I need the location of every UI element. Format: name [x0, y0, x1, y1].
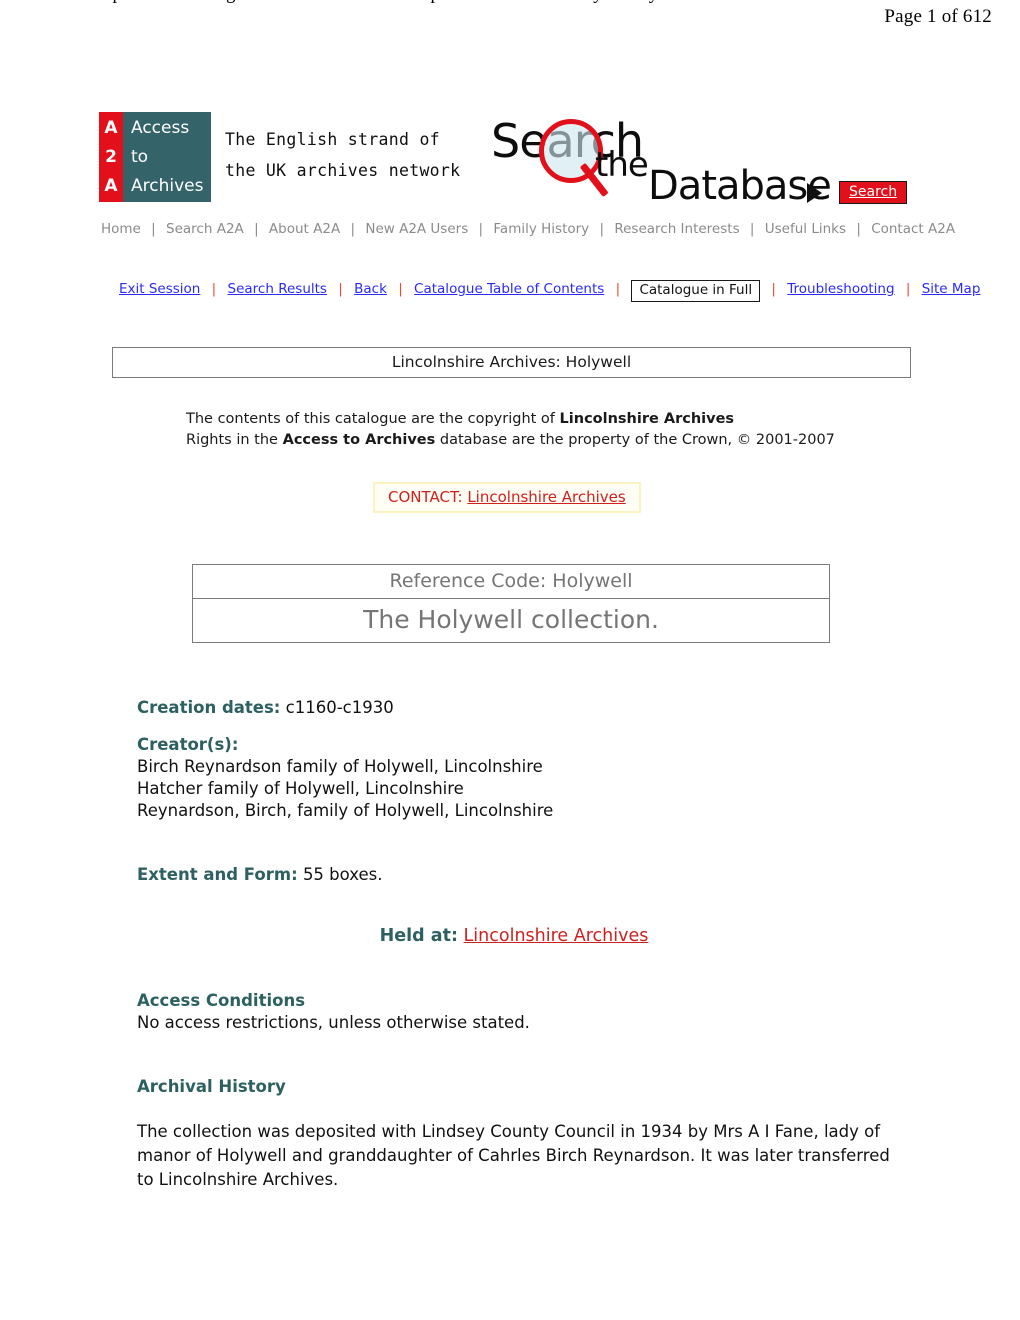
copyright-line-2-pre: Rights in the [186, 432, 283, 448]
extent-and-form-value: 55 boxes. [302, 865, 383, 884]
nav-separator: | [615, 281, 621, 297]
nav-separator: | [151, 221, 156, 237]
nav-item-catalogue-table-of-contents[interactable]: Catalogue Table of Contents [414, 281, 604, 297]
access-conditions-block: Access Conditions No access restrictions… [137, 990, 897, 1034]
nav-separator: | [905, 281, 911, 297]
nav-separator: | [771, 281, 776, 297]
print-page-number: Page 1 of 612 [884, 6, 992, 27]
access-conditions-text: No access restrictions, unless otherwise… [137, 1013, 530, 1032]
archival-history-heading: Archival History [137, 1077, 286, 1096]
a2a-logo-word-2: to [131, 146, 149, 167]
play-arrow-icon [807, 183, 822, 203]
contact-repository-link[interactable]: Lincolnshire Archives [467, 488, 625, 506]
creation-dates-value: c1160-c1930 [285, 698, 394, 717]
secondary-navigation: Exit Session | Search Results | Back | C… [119, 279, 980, 302]
nav-item-new-a2a-users[interactable]: New A2A Users [365, 221, 468, 237]
site-tagline: The English strand of the UK archives ne… [225, 124, 460, 186]
repository-title-bar: Lincolnshire Archives: Holywell [112, 347, 911, 378]
nav-item-site-map[interactable]: Site Map [922, 281, 981, 297]
copyright-line-1: The contents of this catalogue are the c… [186, 409, 886, 430]
creator-entry: Reynardson, Birch, family of Holywell, L… [137, 801, 554, 820]
copyright-notice: The contents of this catalogue are the c… [186, 409, 886, 451]
nav-item-back[interactable]: Back [354, 281, 387, 297]
copyright-line-2-bold: Access to Archives [282, 432, 436, 448]
a2a-logo-words: Access to Archives [123, 112, 211, 202]
nav-item-family-history[interactable]: Family History [493, 221, 589, 237]
search-button[interactable]: Search [839, 181, 908, 204]
print-footer-date: 8/24/2008 [857, 0, 932, 5]
a2a-logo-word-3: Archives [131, 175, 204, 196]
nav-item-home[interactable]: Home [101, 221, 141, 237]
print-footer-url: http://www.a2a.org.uk/search/documentxsl… [93, 0, 774, 5]
nav-separator: | [856, 221, 861, 237]
copyright-line-2: Rights in the Access to Archives databas… [186, 430, 886, 451]
nav-item-troubleshooting[interactable]: Troubleshooting [787, 281, 894, 297]
nav-item-catalogue-in-full[interactable]: Catalogue in Full [631, 280, 761, 302]
held-at-row: Held at: Lincolnshire Archives [137, 926, 897, 946]
nav-separator: | [350, 221, 356, 237]
contact-box: CONTACT: Lincolnshire Archives [373, 482, 641, 513]
collection-title-box: The Holywell collection. [192, 598, 830, 643]
nav-item-contact-a2a[interactable]: Contact A2A [871, 221, 955, 237]
archival-history-block: Archival History The collection was depo… [137, 1076, 897, 1192]
reference-code-box: Reference Code: Holywell [192, 564, 830, 599]
archival-history-text: The collection was deposited with Lindse… [137, 1122, 890, 1189]
creator-entry: Birch Reynardson family of Holywell, Lin… [137, 757, 543, 776]
nav-item-about-a2a[interactable]: About A2A [269, 221, 340, 237]
copyright-line-1-bold: Lincolnshire Archives [559, 411, 735, 427]
site-masthead: A 2 A Access to Archives The English str… [99, 110, 931, 209]
catalogue-details: Creation dates: c1160-c1930 Creator(s): … [137, 697, 897, 1192]
a2a-logo-initial-3: A [104, 175, 118, 196]
wordmark-the: the [595, 145, 649, 185]
creator-entry: Hatcher family of Holywell, Lincolnshire [137, 779, 464, 798]
a2a-logo[interactable]: A 2 A Access to Archives [99, 112, 211, 202]
a2a-logo-initial-1: A [104, 117, 118, 138]
site-tagline-line-1: The English strand of [225, 130, 440, 149]
extent-and-form-label: Extent and Form: [137, 865, 298, 884]
creation-dates-row: Creation dates: c1160-c1930 [137, 697, 897, 719]
copyright-line-1-text: The contents of this catalogue are the c… [186, 411, 560, 427]
extent-and-form-row: Extent and Form: 55 boxes. [137, 864, 897, 886]
nav-separator: | [211, 281, 217, 297]
nav-item-search-a2a[interactable]: Search A2A [166, 221, 244, 237]
search-the-database-wordmark: Search the Database Search [491, 110, 931, 209]
nav-item-exit-session[interactable]: Exit Session [119, 281, 200, 297]
access-conditions-heading: Access Conditions [137, 991, 306, 1010]
nav-item-useful-links[interactable]: Useful Links [765, 221, 846, 237]
nav-separator: | [478, 221, 484, 237]
copyright-line-2-post: database are the property of the Crown, … [435, 432, 835, 448]
nav-separator: | [749, 221, 755, 237]
contact-label: CONTACT: [388, 488, 463, 506]
primary-navigation: Home | Search A2A | About A2A | New A2A … [101, 221, 955, 237]
nav-item-search-results[interactable]: Search Results [228, 281, 327, 297]
nav-separator: | [398, 281, 403, 297]
held-at-label: Held at: [379, 926, 458, 946]
nav-separator: | [254, 221, 259, 237]
a2a-logo-word-1: Access [131, 117, 190, 138]
creators-block: Creator(s): Birch Reynardson family of H… [137, 734, 897, 822]
wordmark-database: Database [648, 163, 832, 209]
nav-separator: | [338, 281, 343, 297]
nav-item-research-interests[interactable]: Research Interests [614, 221, 739, 237]
nav-separator: | [599, 221, 605, 237]
a2a-logo-initial-2: 2 [105, 146, 117, 167]
a2a-logo-initials: A 2 A [99, 112, 123, 202]
creation-dates-label: Creation dates: [137, 698, 281, 717]
creators-label: Creator(s): [137, 735, 239, 754]
held-at-repository-link[interactable]: Lincolnshire Archives [464, 926, 649, 946]
site-tagline-line-2: the UK archives network [225, 161, 461, 180]
